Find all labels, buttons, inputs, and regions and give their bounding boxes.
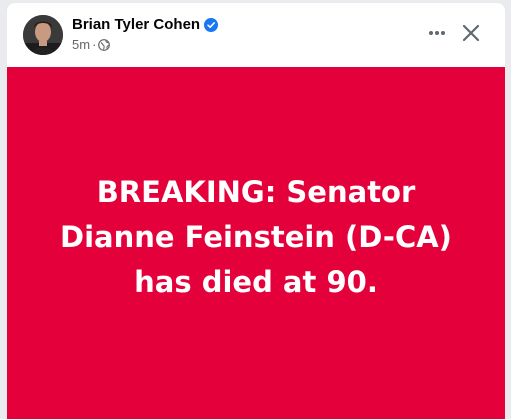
more-options-button[interactable] [421,17,453,49]
post-meta: 5m · [72,37,111,53]
banner-text: BREAKING: Senator Dianne Feinstein (D-CA… [60,174,452,299]
post-card: Brian Tyler Cohen 5m · BREAKING: Senator… [7,3,505,419]
verified-badge-icon [204,18,219,32]
more-options-icon [429,31,445,35]
post-header: Brian Tyler Cohen 5m · [7,3,505,67]
close-icon [462,24,480,42]
meta-separator: · [92,37,97,52]
author-row: Brian Tyler Cohen [72,16,219,34]
author-name[interactable]: Brian Tyler Cohen [72,16,200,34]
close-button[interactable] [455,17,487,49]
globe-icon[interactable] [98,39,111,51]
author-avatar[interactable] [23,15,63,55]
post-text-banner[interactable]: BREAKING: Senator Dianne Feinstein (D-CA… [7,67,505,419]
post-timestamp[interactable]: 5m [72,37,90,53]
avatar-photo [23,15,63,55]
